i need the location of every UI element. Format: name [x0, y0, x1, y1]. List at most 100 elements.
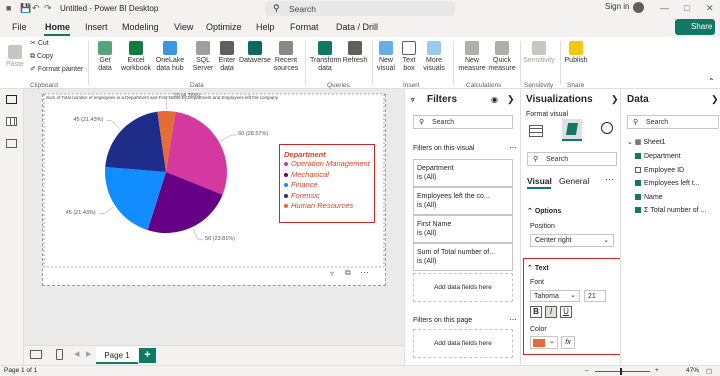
add-page-filter-dropzone[interactable]: Add data fields here [413, 329, 513, 358]
analytics-icon[interactable] [601, 122, 613, 134]
eye-icon[interactable]: ◉ [491, 95, 498, 104]
add-page-button[interactable]: + [139, 348, 156, 363]
data-pane: Data ❯ ⚲ Search ⌄ ▦ Sheet1 Department Empl… [620, 89, 720, 365]
data-label-2: 45 (21.43%) [65, 209, 96, 216]
tab-page-1[interactable]: Page 1 [96, 347, 138, 364]
desktop-layout-icon[interactable] [30, 350, 42, 359]
bold-button[interactable]: B [530, 306, 542, 318]
filter-card-employees-left[interactable]: Employees left the co... is (All) [413, 187, 513, 215]
page-count: Page 1 of 1 [4, 367, 38, 374]
position-dropdown[interactable]: Center right ⌄ [530, 234, 614, 247]
options-section[interactable]: ⌃ Options [527, 207, 561, 215]
fit-page-icon[interactable]: ▢ [706, 367, 712, 375]
data-label-3: 45 (21.43%) [73, 116, 104, 123]
more-options-icon[interactable]: ⋯ [360, 267, 369, 278]
viz-search[interactable]: ⚲ Search [527, 152, 617, 166]
font-size-stepper[interactable]: 21 [584, 290, 606, 302]
field-checkbox [635, 153, 641, 160]
tab-visual[interactable]: Visual [527, 176, 552, 186]
filters-pane: ▿ Filters ◉ ❯ ⚲ Search Filters on this vi… [404, 89, 520, 365]
italic-button[interactable]: I [545, 306, 557, 318]
format-visual-icon[interactable] [562, 119, 582, 141]
more-options-icon[interactable]: ⋯ [509, 143, 517, 152]
more-options-icon[interactable]: ⋯ [605, 174, 614, 185]
search-icon: ⚲ [533, 156, 539, 163]
field-checkbox [635, 166, 641, 173]
status-bar: Page 1 of 1 – + 47% ▢ [0, 365, 720, 376]
legend-item-forensic[interactable]: Forensic [284, 191, 370, 202]
chart-legend: Department Operation Management Mechanica… [279, 144, 375, 223]
filters-on-visual-label: Filters on this visual [413, 145, 475, 152]
zoom-out-icon[interactable]: – [585, 367, 589, 374]
visualizations-title: Visualizations [526, 94, 593, 105]
data-field-3[interactable]: Name [635, 194, 663, 201]
field-checkbox [635, 180, 641, 187]
field-checkbox [635, 207, 641, 214]
field-checkbox [635, 193, 641, 200]
leader-line [98, 206, 114, 215]
legend-swatch [284, 193, 288, 198]
underline-button[interactable]: U [560, 306, 572, 318]
chevron-down-icon: ⌄ [603, 237, 609, 244]
legend-swatch [284, 204, 288, 209]
filter-card-department[interactable]: Department is (All) [413, 159, 513, 187]
data-field-2[interactable]: Employees left t... [635, 180, 700, 187]
collapse-data-icon[interactable]: ❯ [711, 94, 719, 105]
filters-on-page-label: Filters on this page [413, 317, 473, 324]
data-label-0: 60 (28.57%) [238, 130, 269, 137]
text-section[interactable]: ⌃ Text [527, 264, 549, 272]
legend-item-operation-management[interactable]: Operation Management [284, 159, 370, 170]
pie-slice-forensic[interactable] [105, 111, 166, 172]
legend-title: Department [284, 150, 326, 159]
leader-line [166, 96, 172, 110]
next-page-icon[interactable]: ▶ [86, 350, 91, 358]
chevron-down-icon: ⌄ [549, 338, 555, 345]
more-options-icon[interactable]: ⋯ [509, 315, 517, 324]
filter-icon[interactable]: ▿ [330, 269, 334, 278]
leader-line [192, 228, 204, 241]
position-label: Position [530, 223, 555, 230]
filters-title: Filters [427, 94, 458, 105]
data-field-1[interactable]: Employee ID [635, 167, 684, 174]
search-icon: ⚲ [419, 119, 425, 126]
zoom-slider[interactable] [595, 371, 650, 372]
mobile-layout-icon[interactable] [56, 349, 63, 360]
legend-item-mechanical[interactable]: Mechanical [284, 170, 370, 181]
data-label-4: 10 (4.76%) [173, 93, 201, 99]
font-label: Font [530, 279, 545, 286]
focus-mode-icon[interactable]: ⧉ [345, 268, 351, 278]
data-search[interactable]: ⚲ Search [627, 115, 719, 129]
search-icon: ⚲ [633, 119, 639, 126]
legend-swatch [284, 183, 288, 188]
filter-card-sum-total[interactable]: Sum of Total number of... is (All) [413, 243, 513, 271]
format-visual-label: Format visual [526, 111, 569, 118]
zoom-slider-thumb[interactable] [620, 368, 622, 375]
font-family-dropdown[interactable]: Tahoma ⌄ [530, 290, 580, 302]
data-title: Data [627, 94, 649, 105]
chevron-down-icon: ⌄ [570, 292, 576, 299]
data-field-0[interactable]: Department [635, 153, 681, 160]
fx-button[interactable]: fx [561, 336, 575, 349]
legend-item-finance[interactable]: Finance [284, 180, 370, 191]
table-sheet1[interactable]: ⌄ ▦ Sheet1 [627, 138, 666, 146]
leader-line [106, 120, 121, 129]
data-label-1: 50 (23.81%) [205, 235, 235, 242]
build-visual-icon[interactable] [529, 125, 543, 137]
add-visual-filter-dropzone[interactable]: Add data fields here [413, 273, 513, 302]
collapse-filters-icon[interactable]: ❯ [507, 94, 515, 105]
visual-tab-underline [527, 187, 551, 189]
filter-card-first-name[interactable]: First Name is (All) [413, 215, 513, 243]
zoom-level: 47% [686, 367, 700, 374]
page-tabs-bar: ◀ ▶ Page 1 + [24, 345, 404, 365]
tab-general[interactable]: General [559, 176, 589, 186]
collapse-viz-icon[interactable]: ❯ [611, 94, 619, 105]
legend-swatch [284, 172, 288, 177]
data-field-4[interactable]: Σ Total number of ... [635, 207, 706, 214]
zoom-in-icon[interactable]: + [655, 367, 659, 374]
visualizations-pane: Visualizations ❯ Format visual ⚲ Search V… [520, 89, 625, 365]
legend-item-human-resources[interactable]: Human Resources [284, 201, 370, 212]
leader-line [220, 134, 237, 142]
prev-page-icon[interactable]: ◀ [74, 350, 79, 358]
filters-search[interactable]: ⚲ Search [413, 115, 513, 129]
color-picker[interactable]: ⌄ [530, 336, 558, 349]
